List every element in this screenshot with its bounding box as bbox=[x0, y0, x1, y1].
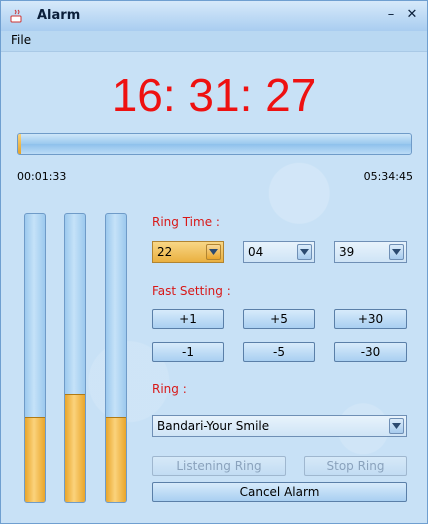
elapsed-end-time: 05:34:45 bbox=[363, 170, 413, 183]
level-bar-2 bbox=[64, 213, 86, 503]
chevron-down-icon[interactable] bbox=[389, 418, 404, 434]
level-bar-3 bbox=[105, 213, 127, 503]
menu-bar: File bbox=[1, 31, 427, 52]
minute-select[interactable]: 04 bbox=[243, 241, 315, 263]
ring-select[interactable]: Bandari-Your Smile bbox=[152, 415, 407, 437]
second-value: 39 bbox=[339, 245, 355, 259]
cancel-alarm-button[interactable]: Cancel Alarm bbox=[152, 482, 407, 502]
elapsed-progress-fill bbox=[18, 134, 21, 154]
add-1-button[interactable]: +1 bbox=[152, 309, 224, 329]
close-button[interactable]: ✕ bbox=[404, 7, 420, 23]
minimize-button[interactable]: – bbox=[383, 7, 399, 23]
minute-value: 04 bbox=[248, 245, 264, 259]
level-bar-fill bbox=[25, 417, 45, 502]
level-bar-fill bbox=[106, 417, 126, 502]
add-30-button[interactable]: +30 bbox=[334, 309, 407, 329]
subtract-1-button[interactable]: -1 bbox=[152, 342, 224, 362]
menu-file[interactable]: File bbox=[11, 33, 31, 47]
hour-select[interactable]: 22 bbox=[152, 241, 224, 263]
listening-ring-button[interactable]: Listening Ring bbox=[152, 456, 286, 476]
elapsed-progress-bar bbox=[17, 133, 412, 155]
add-5-button[interactable]: +5 bbox=[243, 309, 315, 329]
title-bar: Alarm – ✕ bbox=[1, 1, 427, 31]
subtract-5-button[interactable]: -5 bbox=[243, 342, 315, 362]
java-app-icon bbox=[9, 8, 25, 24]
chevron-down-icon[interactable] bbox=[389, 244, 404, 260]
fast-setting-label: Fast Setting : bbox=[152, 284, 231, 298]
chevron-down-icon[interactable] bbox=[297, 244, 312, 260]
chevron-down-icon[interactable] bbox=[206, 244, 221, 260]
subtract-30-button[interactable]: -30 bbox=[334, 342, 407, 362]
elapsed-start-time: 00:01:33 bbox=[17, 170, 67, 183]
level-bar-1 bbox=[24, 213, 46, 503]
hour-value: 22 bbox=[157, 245, 173, 259]
level-bar-fill bbox=[65, 394, 85, 502]
ring-time-label: Ring Time : bbox=[152, 215, 220, 229]
clock-display: 16: 31: 27 bbox=[111, 69, 317, 121]
second-select[interactable]: 39 bbox=[334, 241, 407, 263]
stop-ring-button[interactable]: Stop Ring bbox=[304, 456, 407, 476]
main-content: 16: 31: 27 00:01:33 05:34:45 Ring Time :… bbox=[1, 52, 427, 523]
ring-value: Bandari-Your Smile bbox=[157, 419, 270, 433]
alarm-window: Alarm – ✕ File 16: 31: 27 00:01:33 05:34… bbox=[0, 0, 428, 524]
ring-label: Ring : bbox=[152, 382, 187, 396]
window-title: Alarm bbox=[37, 8, 81, 23]
